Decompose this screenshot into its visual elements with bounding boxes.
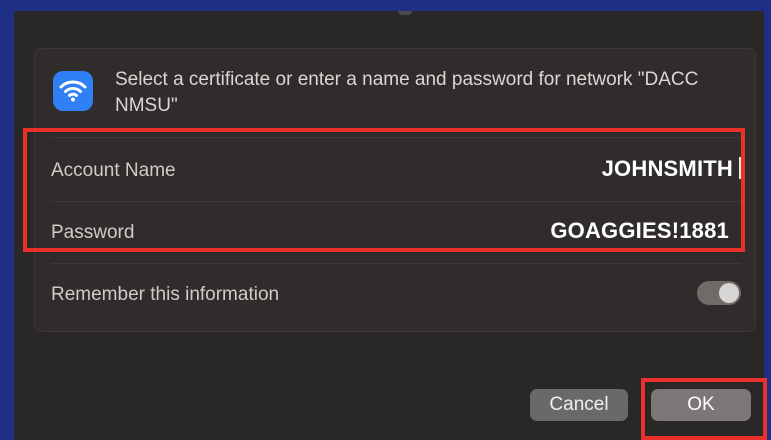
- divider: [51, 263, 741, 264]
- wifi-icon: [53, 71, 93, 111]
- dialog-prompt: Select a certificate or enter a name and…: [115, 69, 699, 116]
- remember-toggle[interactable]: [697, 281, 741, 305]
- ok-highlight-box: [641, 378, 767, 440]
- cancel-button[interactable]: Cancel: [530, 389, 628, 421]
- credentials-highlight-box: [23, 128, 745, 252]
- toggle-knob: [719, 283, 739, 303]
- remember-label: Remember this information: [51, 284, 280, 305]
- window-notch: [398, 11, 412, 15]
- remember-row: Remember this information: [51, 267, 741, 323]
